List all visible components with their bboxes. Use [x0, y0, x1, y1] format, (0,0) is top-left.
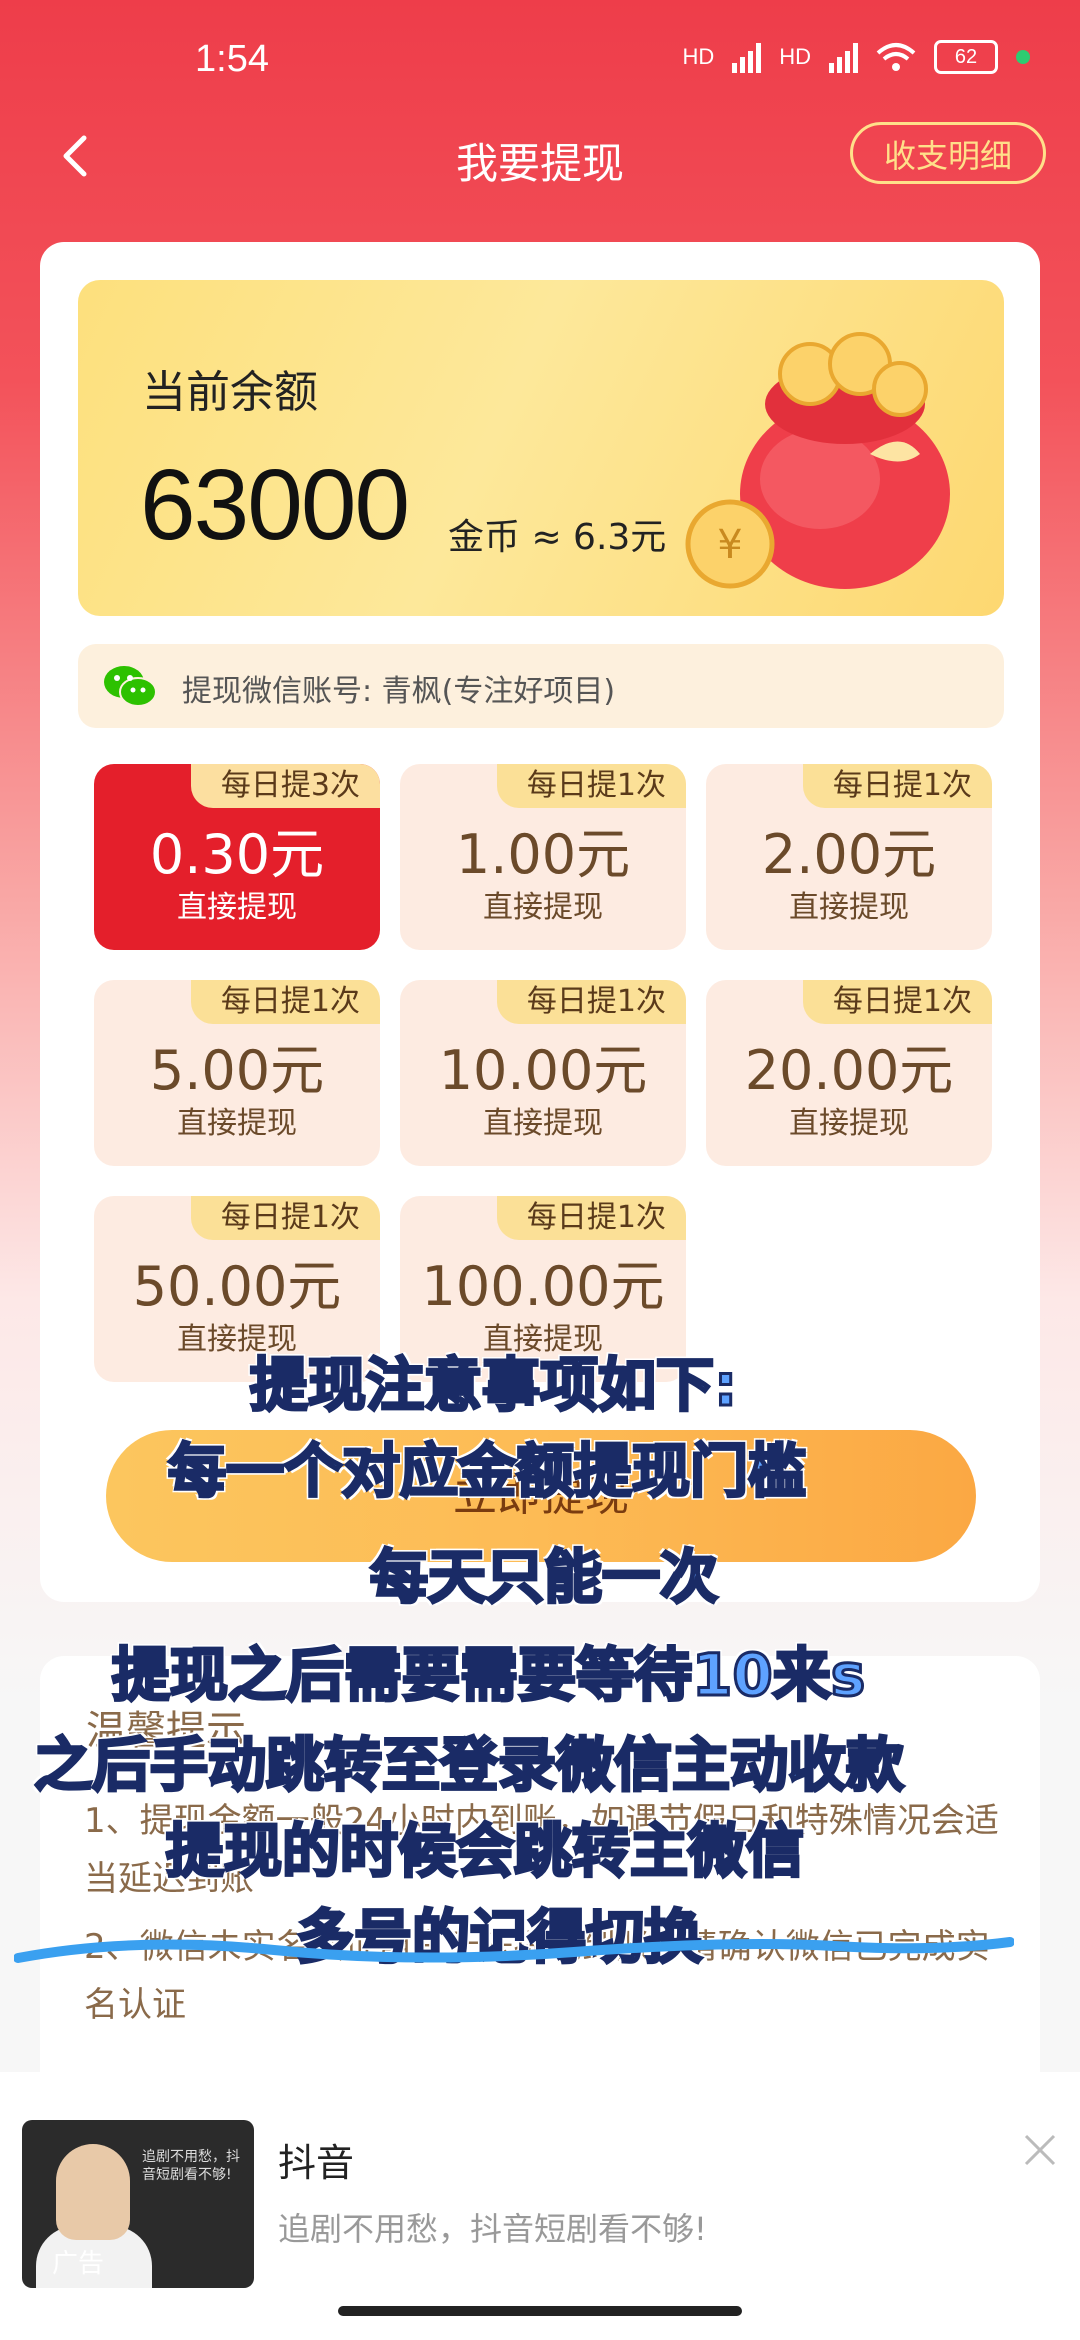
svg-text:¥: ¥ — [717, 522, 742, 568]
ledger-button[interactable]: 收支明细 — [850, 122, 1046, 184]
option-amount: 100.00元 — [421, 1255, 665, 1318]
ad-banner[interactable]: 追剧不用愁，抖音短剧看不够! 广告 抖音 追剧不用愁，抖音短剧看不够! — [0, 2072, 1080, 2340]
daily-limit-badge: 每日提1次 — [496, 980, 686, 1024]
home-indicator[interactable] — [338, 2306, 742, 2316]
nav-bar: 我要提现 收支明细 — [0, 120, 1080, 192]
money-bag-icon: ¥ — [685, 332, 950, 589]
signal-icon — [732, 41, 762, 73]
ad-app-name: 抖音 — [278, 2141, 355, 2185]
wechat-account-text: 提现微信账号: 青枫(专注好项目) — [182, 674, 616, 709]
option-amount: 20.00元 — [744, 1039, 954, 1102]
blue-underline-stroke — [14, 1937, 1014, 1963]
caption-line-1: 提现注意事项如下: — [248, 1350, 738, 1421]
ad-label: 广告 — [52, 2249, 105, 2279]
daily-limit-badge: 每日提1次 — [190, 1196, 380, 1240]
daily-limit-badge: 每日提1次 — [190, 980, 380, 1024]
caption-line-4: 提现之后需要需要等待10来s — [110, 1640, 866, 1711]
daily-limit-badge: 每日提1次 — [496, 1196, 686, 1240]
daily-limit-badge: 每日提1次 — [496, 764, 686, 808]
caption-line-2: 每一个对应金额提现门槛 — [166, 1436, 807, 1507]
option-action: 直接提现 — [483, 890, 603, 925]
daily-limit-badge: 每日提1次 — [802, 980, 992, 1024]
option-action: 直接提现 — [177, 890, 297, 925]
balance-label: 当前余额 — [142, 367, 318, 418]
option-action: 直接提现 — [789, 890, 909, 925]
option-action: 直接提现 — [177, 1106, 297, 1141]
daily-limit-badge: 每日提1次 — [802, 764, 992, 808]
ad-description: 追剧不用愁，抖音短剧看不够! — [278, 2210, 707, 2248]
wifi-icon — [876, 43, 916, 71]
option-amount: 10.00元 — [438, 1039, 648, 1102]
withdraw-option-5-00[interactable]: 每日提1次 5.00元 直接提现 — [94, 980, 380, 1166]
withdraw-option-20-00[interactable]: 每日提1次 20.00元 直接提现 — [706, 980, 992, 1166]
wechat-account-bar[interactable]: 提现微信账号: 青枫(专注好项目) — [78, 644, 1004, 728]
balance-panel: 当前余额 63000 金币 ≈ 6.3元 ¥ — [78, 280, 1004, 616]
ad-thumbnail[interactable]: 追剧不用愁，抖音短剧看不够! 广告 — [22, 2120, 254, 2288]
option-action: 直接提现 — [483, 1106, 603, 1141]
caption-line-3: 每天只能一次 — [368, 1542, 719, 1613]
withdraw-option-2-00[interactable]: 每日提1次 2.00元 直接提现 — [706, 764, 992, 950]
daily-limit-badge: 每日提3次 — [190, 764, 380, 808]
withdraw-option-0-30[interactable]: 每日提3次 0.30元 直接提现 — [94, 764, 380, 950]
withdraw-option-10-00[interactable]: 每日提1次 10.00元 直接提现 — [400, 980, 686, 1166]
caption-line-6: 提现的时候会跳转主微信 — [164, 1816, 805, 1887]
option-amount: 0.30元 — [149, 823, 325, 886]
signal-icon-2 — [829, 41, 858, 73]
status-icons: HD HD 62 — [682, 40, 1030, 74]
status-time: 1:54 — [195, 38, 269, 80]
caption-line-5: 之后手动跳转至登录微信主动收款 — [32, 1730, 905, 1801]
option-amount: 50.00元 — [132, 1255, 342, 1318]
balance-unit: 金币 ≈ 6.3元 — [448, 517, 667, 558]
close-icon[interactable] — [1020, 2130, 1060, 2170]
option-amount: 5.00元 — [149, 1039, 325, 1102]
option-amount: 1.00元 — [455, 823, 631, 886]
hd-label-1: HD — [682, 44, 715, 69]
status-dot — [1016, 50, 1030, 64]
battery-icon: 62 — [934, 40, 998, 74]
wechat-icon — [104, 666, 157, 707]
ad-thumb-text: 追剧不用愁，抖音短剧看不够! — [142, 2149, 240, 2183]
option-amount: 2.00元 — [761, 823, 937, 886]
option-action: 直接提现 — [789, 1106, 909, 1141]
balance-amount: 63000 — [140, 449, 410, 561]
withdraw-option-1-00[interactable]: 每日提1次 1.00元 直接提现 — [400, 764, 686, 950]
status-bar: 1:54 HD HD 62 — [0, 0, 1080, 120]
thumb-figure-face — [56, 2144, 130, 2240]
hd-label-2: HD — [779, 44, 811, 69]
